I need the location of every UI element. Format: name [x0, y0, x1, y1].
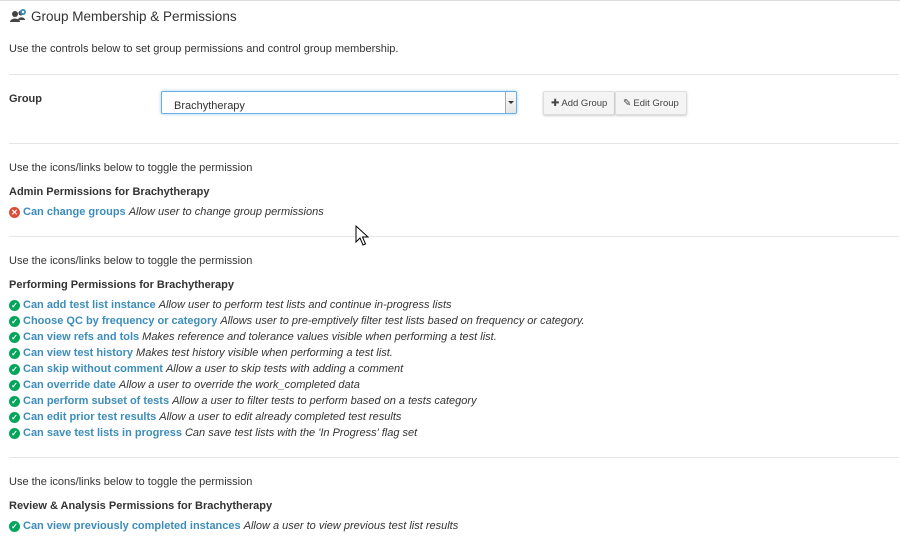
edit-icon: ✎ — [623, 97, 632, 109]
permission-item: ✓ Can skip without comment Allow a user … — [9, 363, 403, 375]
permission-item: ✓ Can perform subset of tests Allow a us… — [9, 395, 477, 407]
permission-toggle-link[interactable]: Can override date — [23, 379, 116, 391]
section-title-performing: Performing Permissions for Brachytherapy — [9, 279, 234, 291]
divider — [9, 74, 899, 75]
permission-toggle-link[interactable]: Can skip without comment — [23, 363, 163, 375]
permission-item: ✓ Can view previously completed instance… — [9, 520, 458, 532]
permission-item: ✓ Choose QC by frequency or category All… — [9, 315, 585, 327]
edit-group-label: Edit Group — [633, 97, 679, 109]
intro-text: Use the controls below to set group perm… — [9, 43, 399, 55]
group-select-value: Brachytherapy — [174, 100, 245, 112]
permission-toggle-link[interactable]: Can save test lists in progress — [23, 427, 182, 439]
permission-item: ✓ Can edit prior test results Allow a us… — [9, 411, 401, 423]
users-icon — [10, 9, 26, 22]
edit-group-button[interactable]: ✎ Edit Group — [615, 91, 687, 115]
section-hint: Use the icons/links below to toggle the … — [9, 255, 253, 267]
section-hint: Use the icons/links below to toggle the … — [9, 162, 253, 174]
permission-description: Can save test lists with the 'In Progres… — [184, 427, 418, 439]
permission-item: ✓ Can add test list instance Allow user … — [9, 299, 452, 311]
granted-check-icon[interactable]: ✓ — [9, 331, 20, 343]
granted-check-icon[interactable]: ✓ — [9, 395, 20, 407]
chevron-down-icon[interactable] — [505, 92, 516, 113]
permission-description: Allow a user to view previous test list … — [243, 520, 459, 532]
permission-toggle-link[interactable]: Can change groups — [23, 206, 126, 218]
divider — [9, 143, 899, 144]
plus-icon: ✚ — [551, 97, 560, 109]
granted-check-icon[interactable]: ✓ — [9, 299, 20, 311]
section-title-admin: Admin Permissions for Brachytherapy — [9, 186, 210, 198]
section-hint: Use the icons/links below to toggle the … — [9, 476, 253, 488]
add-group-label: Add Group — [561, 97, 608, 109]
page-title: Group Membership & Permissions — [31, 8, 237, 24]
granted-check-icon[interactable]: ✓ — [9, 427, 20, 439]
permission-toggle-link[interactable]: Can add test list instance — [23, 299, 156, 311]
permission-description: Allow user to perform test lists and con… — [158, 299, 452, 311]
permission-description: Allow a user to override the work_comple… — [118, 379, 360, 391]
top-border — [0, 0, 900, 1]
permission-item: ✓ Can view test history Makes test histo… — [9, 347, 393, 359]
permission-toggle-link[interactable]: Choose QC by frequency or category — [23, 315, 217, 327]
permission-toggle-link[interactable]: Can view previously completed instances — [23, 520, 241, 532]
not-granted-icon[interactable]: ✕ — [9, 206, 20, 218]
permission-description: Makes test history visible when performi… — [136, 347, 393, 359]
permission-description: Allow user to change group permissions — [128, 206, 324, 218]
granted-check-icon[interactable]: ✓ — [9, 315, 20, 327]
granted-check-icon[interactable]: ✓ — [9, 520, 20, 532]
group-label: Group — [9, 93, 42, 105]
add-group-button[interactable]: ✚ Add Group — [543, 91, 616, 115]
permission-description: Makes reference and tolerance values vis… — [142, 331, 497, 343]
permission-item: ✓ Can override date Allow a user to over… — [9, 379, 360, 391]
page-header: Group Membership & Permissions — [9, 8, 237, 24]
granted-check-icon[interactable]: ✓ — [9, 347, 20, 359]
permission-description: Allow a user to filter tests to perform … — [172, 395, 477, 407]
permission-item: ✓ Can view refs and tols Makes reference… — [9, 331, 497, 343]
group-select[interactable]: Brachytherapy — [161, 91, 517, 114]
granted-check-icon[interactable]: ✓ — [9, 363, 20, 375]
permission-description: Allow a user to edit already completed t… — [159, 411, 402, 423]
permission-toggle-link[interactable]: Can perform subset of tests — [23, 395, 169, 407]
divider — [9, 236, 899, 237]
permission-toggle-link[interactable]: Can view refs and tols — [23, 331, 139, 343]
granted-check-icon[interactable]: ✓ — [9, 379, 20, 391]
granted-check-icon[interactable]: ✓ — [9, 411, 20, 423]
section-title-review: Review & Analysis Permissions for Brachy… — [9, 500, 273, 512]
permission-item: ✓ Can save test lists in progress Can sa… — [9, 427, 417, 439]
permission-toggle-link[interactable]: Can view test history — [23, 347, 133, 359]
permission-toggle-link[interactable]: Can edit prior test results — [23, 411, 156, 423]
permission-item: ✕ Can change groups Allow user to change… — [9, 206, 324, 218]
permission-description: Allow a user to skip tests with adding a… — [165, 363, 404, 375]
mouse-cursor-icon — [355, 225, 369, 246]
divider — [9, 457, 899, 458]
permission-description: Allows user to pre-emptively filter test… — [220, 315, 585, 327]
